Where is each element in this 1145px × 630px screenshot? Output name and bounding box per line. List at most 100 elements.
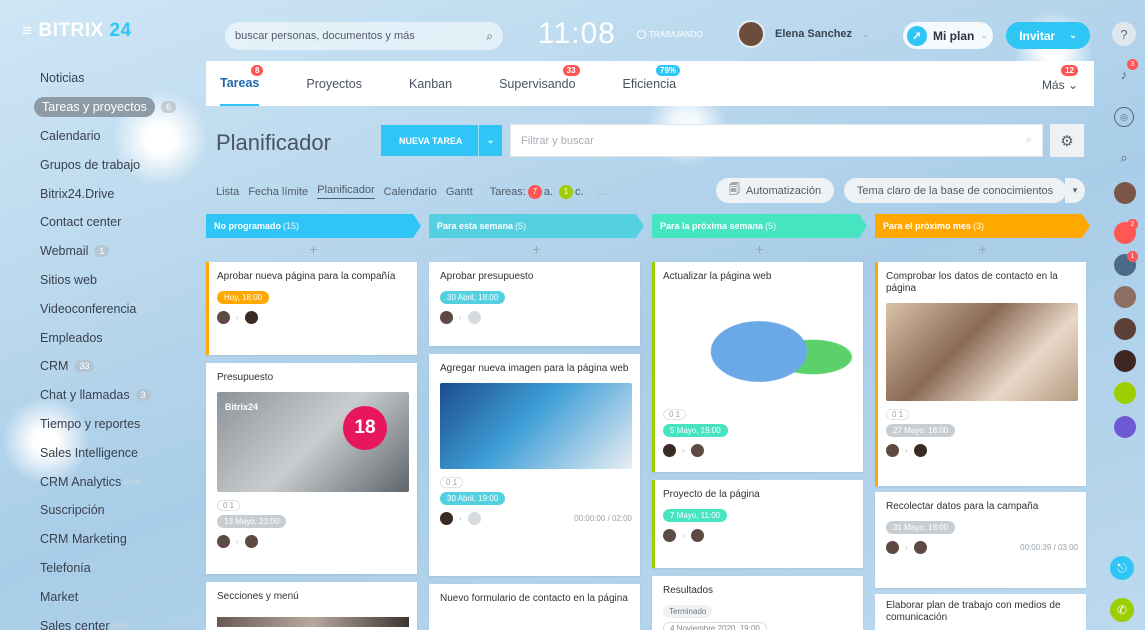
search-icon[interactable]: ⌕ <box>486 29 493 44</box>
deadline-pill[interactable]: 31 Mayo, 18:00 <box>886 521 956 534</box>
search-icon[interactable]: ⌕ <box>1026 134 1032 147</box>
sidebar-item-tareas-y-proyectos[interactable]: Tareas y proyectos 6 <box>30 93 202 122</box>
new-task-button[interactable]: NUEVA TAREA ⌄ <box>381 125 502 156</box>
contact-avatar[interactable] <box>1114 350 1136 372</box>
chevron-down-icon[interactable]: ⌄ <box>478 125 502 156</box>
contact-avatar[interactable] <box>1114 286 1136 308</box>
tab-kanban[interactable]: Kanban <box>409 61 452 106</box>
task-card[interactable]: Agregar nueva imagen para la página web … <box>429 354 640 576</box>
sidebar-item-crm[interactable]: CRM 33 <box>30 352 202 381</box>
time-tracker[interactable]: 00:00:39 / 03:00 <box>1020 543 1078 552</box>
sidebar-item-webmail[interactable]: Webmail 1 <box>30 237 202 266</box>
sidebar-item-crm-analytics[interactable]: CRM Analytics beta <box>30 467 202 496</box>
bitrix-logo[interactable]: ≡ BITRIX 24 <box>22 20 132 42</box>
automation-button[interactable]: 🗐 Automatización <box>716 178 834 203</box>
deadline-pill[interactable]: 30 Abril, 18:00 <box>440 291 506 304</box>
comments-counter[interactable]: 1 <box>559 184 574 199</box>
task-title[interactable]: Comprobar los datos de contacto en la pá… <box>886 271 1078 295</box>
creator-avatar[interactable] <box>217 535 230 548</box>
work-status[interactable]: TRABAJANDO <box>637 30 703 39</box>
sidebar-item-sales-intelligence[interactable]: Sales Intelligence <box>30 438 202 467</box>
task-card[interactable]: Aprobar nueva página para la compañía Ho… <box>206 262 417 355</box>
contact-avatar[interactable]: 1 <box>1114 251 1138 276</box>
task-title[interactable]: Proyecto de la página <box>663 489 855 501</box>
view-fecha-limite[interactable]: Fecha límite <box>248 186 308 198</box>
contact-avatar[interactable] <box>1114 318 1136 340</box>
task-title[interactable]: Secciones y menú <box>217 591 409 603</box>
sidebar-item-noticias[interactable]: Noticias <box>30 64 202 93</box>
creator-avatar[interactable] <box>663 444 676 457</box>
tab-eficiencia[interactable]: Eficiencia 79% <box>623 61 681 106</box>
contact-avatar[interactable] <box>1114 182 1136 204</box>
task-title[interactable]: Nuevo formulario de contacto en la págin… <box>440 593 632 605</box>
tab-proyectos[interactable]: Proyectos <box>306 61 362 106</box>
messenger-icon[interactable]: ◎ <box>1114 107 1134 127</box>
task-card[interactable]: Recolectar datos para la campaña 31 Mayo… <box>875 492 1086 588</box>
view-calendario[interactable]: Calendario <box>384 186 437 198</box>
tab-supervisando[interactable]: Supervisando 33 <box>499 61 580 106</box>
task-card[interactable]: Aprobar presupuesto 30 Abril, 18:00 › <box>429 262 640 346</box>
invite-button[interactable]: Invitar ⌄ <box>1006 22 1090 49</box>
clock[interactable]: 11:08 <box>538 17 616 51</box>
task-title[interactable]: Aprobar presupuesto <box>440 271 632 283</box>
time-tracker[interactable]: 00:00:00 / 02:00 <box>574 514 632 523</box>
more-tabs-button[interactable]: Más ⌄ 12 <box>1042 65 1078 92</box>
responsible-avatar[interactable] <box>244 311 258 324</box>
deadline-pill[interactable]: 13 Mayo, 23:00 <box>217 515 287 528</box>
chevron-down-icon[interactable]: ▾ <box>1065 178 1085 203</box>
view-gantt[interactable]: Gantt <box>446 186 473 198</box>
task-card[interactable]: Comprobar los datos de contacto en la pá… <box>875 262 1086 486</box>
column-header[interactable]: Para esta semana (5) <box>429 214 644 238</box>
responsible-avatar[interactable] <box>467 512 481 525</box>
notifications-bell-icon[interactable]: ♪ 3 <box>1112 59 1138 86</box>
sidebar-item-tiempo-y-reportes[interactable]: Tiempo y reportes <box>30 410 202 439</box>
task-title[interactable]: Aprobar nueva página para la compañía <box>217 271 409 283</box>
sidebar-item-market[interactable]: Market <box>30 582 202 611</box>
view-planificador[interactable]: Planificador <box>317 184 375 199</box>
deadline-pill[interactable]: 30 Abril, 19:00 <box>440 492 506 505</box>
task-card[interactable]: Nuevo formulario de contacto en la págin… <box>429 584 640 630</box>
task-title[interactable]: Agregar nueva imagen para la página web <box>440 363 632 375</box>
contact-avatar[interactable] <box>1114 382 1136 404</box>
task-card[interactable]: Actualizar la página web 0 1 5 Mayo, 19:… <box>652 262 863 472</box>
task-title[interactable]: Actualizar la página web <box>663 271 855 283</box>
deadline-pill[interactable]: 7 Mayo, 11:00 <box>663 509 728 522</box>
task-card[interactable]: Proyecto de la página 7 Mayo, 11:00 › <box>652 480 863 568</box>
add-task-plus-icon[interactable]: + <box>875 238 1090 260</box>
user-menu[interactable]: Elena Sanchez ⌄ <box>737 20 870 48</box>
add-task-plus-icon[interactable]: + <box>429 238 644 260</box>
column-header[interactable]: Para la próxima semana (5) <box>652 214 867 238</box>
sidebar-item-crm-marketing[interactable]: CRM Marketing <box>30 525 202 554</box>
add-task-plus-icon[interactable]: + <box>206 238 421 260</box>
sidebar-item-bitrix24-drive[interactable]: Bitrix24.Drive <box>30 179 202 208</box>
phone-icon[interactable]: ✆ <box>1110 598 1134 622</box>
help-icon[interactable]: ? <box>1112 22 1136 46</box>
responsible-avatar[interactable] <box>913 541 927 554</box>
view-lista[interactable]: Lista <box>216 186 239 198</box>
creator-avatar[interactable] <box>886 444 899 457</box>
responsible-avatar[interactable] <box>467 311 481 324</box>
responsible-avatar[interactable] <box>244 535 258 548</box>
sidebar-item-calendario[interactable]: Calendario <box>30 122 202 151</box>
group-chat-avatar[interactable]: 2 <box>1114 219 1138 244</box>
sidebar-item-sales-center[interactable]: Sales center beta <box>30 611 202 630</box>
sidebar-item-videoconferencia[interactable]: Videoconferencia beta <box>30 294 202 323</box>
task-title[interactable]: Resultados <box>663 585 855 597</box>
task-title[interactable]: Elaborar plan de trabajo con medios de c… <box>886 600 1078 624</box>
knowledge-base-button[interactable]: Tema claro de la base de conocimientos <box>844 178 1066 203</box>
creator-avatar[interactable] <box>217 311 230 324</box>
task-title[interactable]: Presupuesto <box>217 372 409 384</box>
filter-search-input[interactable]: Filtrar y buscar ⌕ <box>510 124 1043 157</box>
responsible-avatar[interactable] <box>690 444 704 457</box>
creator-avatar[interactable] <box>886 541 899 554</box>
sidebar-item-grupos-de-trabajo[interactable]: Grupos de trabajo <box>30 150 202 179</box>
creator-avatar[interactable] <box>440 311 453 324</box>
deadline-pill[interactable]: 5 Mayo, 19:00 <box>663 424 728 437</box>
creator-avatar[interactable] <box>663 529 676 542</box>
user-group-icon[interactable] <box>1114 416 1136 438</box>
creator-avatar[interactable] <box>440 512 453 525</box>
deadline-pill[interactable]: Hoy, 18:00 <box>217 291 270 304</box>
overdue-counter[interactable]: 7 <box>527 184 542 199</box>
deadline-pill[interactable]: 27 Mayo, 18:00 <box>886 424 956 437</box>
sidebar-item-chat-y-llamadas[interactable]: Chat y llamadas 3 <box>30 381 202 410</box>
